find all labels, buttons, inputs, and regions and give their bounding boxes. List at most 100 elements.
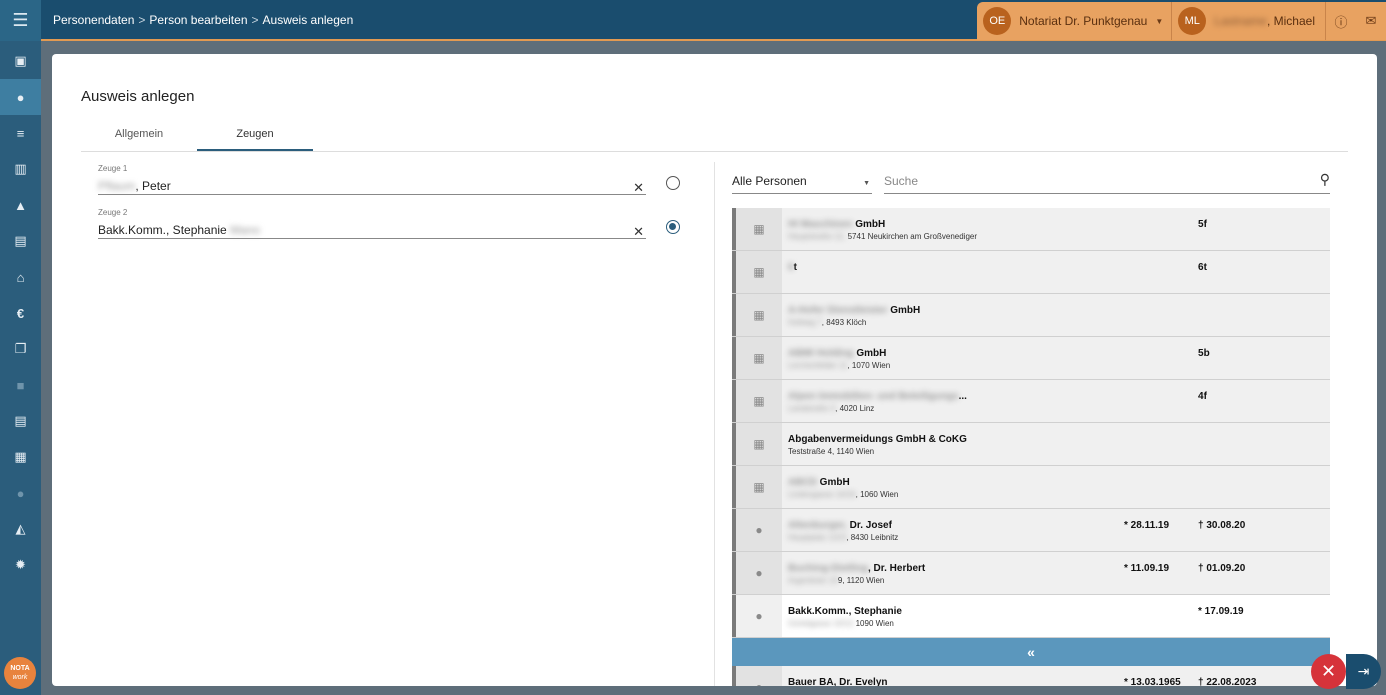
zeuge-2-field[interactable]: Zeuge 2 Bakk.Komm., Stephanie Mano ✕: [98, 208, 646, 248]
notawork-logo[interactable]: NOTA work: [4, 657, 36, 689]
list-item[interactable]: ● Bakk.Komm., Stephanie Gürtelgasse 10/12 …: [732, 595, 1330, 638]
zeuge-2-value-prefix: Bakk.Komm., Stephanie: [98, 223, 231, 237]
row-title: A-Hofer Dienstleister GmbH: [788, 305, 920, 316]
row-address-text: 5741 Neukirchen am Großvenediger: [845, 232, 977, 241]
sidebar-nav: ▣ ● ≡ ▥ ▲ ▤ ⌂ € ❐ ■ ▤ ▦ ● ◭ ✹: [0, 43, 41, 583]
list-item[interactable]: ● Bauer BA, Dr. Evelyn * 13.03.1965 † 22.08…: [732, 666, 1330, 686]
list-item[interactable]: ▦ 6t 6t: [732, 251, 1330, 294]
chart-icon[interactable]: ◭: [0, 511, 41, 547]
row-title: Abgabenvermeidungs GmbH & CoKG: [788, 434, 967, 445]
list-item[interactable]: ▦ ABMI Holding GmbH Lerchenfelder 11, 1070…: [732, 337, 1330, 380]
organization-selector[interactable]: OE Notariat Dr. Punktgenau ▼: [977, 2, 1173, 40]
person-icon: ●: [736, 552, 782, 594]
row-title: ABMI Holding GmbH: [788, 348, 886, 359]
zeuge-2-radio[interactable]: [666, 220, 680, 234]
list-item[interactable]: ● Altenburger, Dr. Josef Hauptplatz 1/2/3,…: [732, 509, 1330, 552]
person-filter-value: Alle Personen: [732, 174, 807, 188]
bank-icon[interactable]: ⌂: [0, 259, 41, 295]
exit-button[interactable]: ⇥: [1346, 654, 1381, 689]
row-title: Bauer BA, Dr. Evelyn: [788, 677, 888, 686]
building-icon: ▦: [736, 337, 782, 379]
square-icon[interactable]: ■: [0, 367, 41, 403]
main-card: Ausweis anlegen Allgemein Zeugen Zeuge 1…: [52, 54, 1377, 686]
search-input[interactable]: Suche ⚲: [884, 171, 1330, 194]
row-extra-text: f: [1203, 391, 1207, 402]
user-menu[interactable]: ML Lastname, Michael: [1172, 2, 1326, 40]
user-name-suffix: , Michael: [1266, 14, 1315, 28]
row-address-redacted: Argentinier 19: [788, 576, 838, 585]
row-address-text: Teststraße 4, 1140 Wien: [788, 447, 875, 456]
breadcrumb-item-personendaten[interactable]: Personendaten: [53, 13, 134, 27]
panel-divider: [714, 162, 715, 686]
tab-allgemein[interactable]: Allgemein: [81, 118, 197, 151]
row-title: 6t: [788, 262, 797, 273]
info-icon[interactable]: ●: [0, 475, 41, 511]
row-title: HI Maschinen GmbH: [788, 219, 885, 230]
breadcrumb-item-person-bearbeiten[interactable]: Person bearbeiten: [149, 13, 247, 27]
document-icon[interactable]: ▤: [0, 223, 41, 259]
tab-zeugen[interactable]: Zeugen: [197, 118, 313, 151]
row-extra-text: † 01.09.20: [1198, 563, 1246, 574]
table-icon[interactable]: ▦: [0, 439, 41, 475]
file-icon[interactable]: ▤: [0, 403, 41, 439]
row-extra-text: † 30.08.20: [1198, 520, 1246, 531]
user-name: Lastname, Michael: [1214, 14, 1315, 28]
list-icon[interactable]: ≡: [0, 115, 41, 151]
zeuge-1-underline: [98, 194, 646, 195]
row-title-redacted: ABCD: [788, 477, 817, 488]
euro-icon[interactable]: €: [0, 295, 41, 331]
list-item[interactable]: ▦ A-Hofer Dienstleister GmbH Hofweg 7, 849…: [732, 294, 1330, 337]
sidebar: ☰ ▣ ● ≡ ▥ ▲ ▤ ⌂ € ❐ ■ ▤ ▦ ● ◭ ✹ NOTA wor…: [0, 0, 41, 695]
person-filter-select[interactable]: Alle Personen ▼: [732, 174, 872, 194]
stamp-icon[interactable]: ▲: [0, 187, 41, 223]
user-name-redacted: Lastname: [1214, 14, 1267, 28]
row-birth-date: * 13.03.1965: [1124, 677, 1181, 686]
zeuge-2-value: Bakk.Komm., Stephanie Mano: [98, 223, 260, 237]
list-item[interactable]: ▦ Abgabenvermeidungs GmbH & CoKG Teststraß…: [732, 423, 1330, 466]
zeuge-1-radio[interactable]: [666, 176, 680, 190]
clear-zeuge-1-icon[interactable]: ✕: [633, 180, 644, 196]
row-title-redacted: Alpen Immobilien- und Beteiligungs: [788, 391, 959, 402]
row-extra-text: f: [1203, 219, 1207, 230]
help-icon[interactable]: ⓘ: [1326, 2, 1356, 40]
topbar: Personendaten > Person bearbeiten > Ausw…: [41, 0, 1386, 41]
row-title-text: Dr. Josef: [846, 520, 892, 531]
calendar-icon[interactable]: ▣: [0, 43, 41, 79]
hamburger-menu-icon[interactable]: ☰: [0, 0, 41, 41]
person-icon: ●: [736, 509, 782, 551]
gear-icon[interactable]: ✹: [0, 547, 41, 583]
account-area: OE Notariat Dr. Punktgenau ▼ ML Lastname…: [977, 2, 1386, 40]
list-item[interactable]: ▦ HI Maschinen GmbH Hauptstraße 12, 5741 N…: [732, 208, 1330, 251]
row-title-redacted: HI Maschinen: [788, 219, 853, 230]
search-icon[interactable]: ⚲: [1320, 171, 1330, 188]
breadcrumb-item-ausweis-anlegen: Ausweis anlegen: [262, 13, 354, 27]
collapse-list-button[interactable]: «: [732, 638, 1330, 666]
row-title-redacted: A-Hofer Dienstleister: [788, 305, 888, 316]
list-item[interactable]: ● Buching-Dietling, Dr. Herbert Argentinie…: [732, 552, 1330, 595]
zeuge-2-underline: [98, 238, 646, 239]
zeuge-1-field[interactable]: Zeuge 1 Pflaum, Peter ✕: [98, 164, 646, 204]
row-address: Argentinier 199, 1120 Wien: [788, 576, 884, 585]
row-address-text: 9, 1120 Wien: [837, 576, 885, 585]
person-icon[interactable]: ●: [0, 79, 41, 115]
copy-icon[interactable]: ❐: [0, 331, 41, 367]
list-item[interactable]: ▦ Alpen Immobilien- und Beteiligungs... La…: [732, 380, 1330, 423]
row-address-redacted: Hofweg 7: [788, 318, 822, 327]
row-address: Lerchenfelder 11, 1070 Wien: [788, 361, 890, 370]
row-birth-date: * 11.09.19: [1124, 563, 1170, 574]
mail-icon[interactable]: ✉: [1356, 2, 1386, 40]
row-extra-info: † 01.09.20: [1198, 563, 1245, 574]
list-item[interactable]: ▦ ABCD GmbH Lindengasse 14/16, 1060 Wien: [732, 466, 1330, 509]
logo-text-bottom: work: [12, 674, 28, 681]
clear-zeuge-2-icon[interactable]: ✕: [633, 224, 644, 240]
row-title-text: ...: [958, 391, 967, 402]
row-address-redacted: Landstraße 3: [788, 404, 836, 413]
library-icon[interactable]: ▥: [0, 151, 41, 187]
close-button[interactable]: ✕: [1311, 654, 1346, 689]
dropdown-arrow-icon: ▼: [863, 180, 870, 187]
row-title: Alpen Immobilien- und Beteiligungs...: [788, 391, 967, 402]
row-extra-info: * 17.09.19: [1198, 606, 1244, 617]
zeuge-1-label: Zeuge 1: [98, 164, 128, 173]
building-icon: ▦: [736, 294, 782, 336]
row-title: Altenburger, Dr. Josef: [788, 520, 892, 531]
